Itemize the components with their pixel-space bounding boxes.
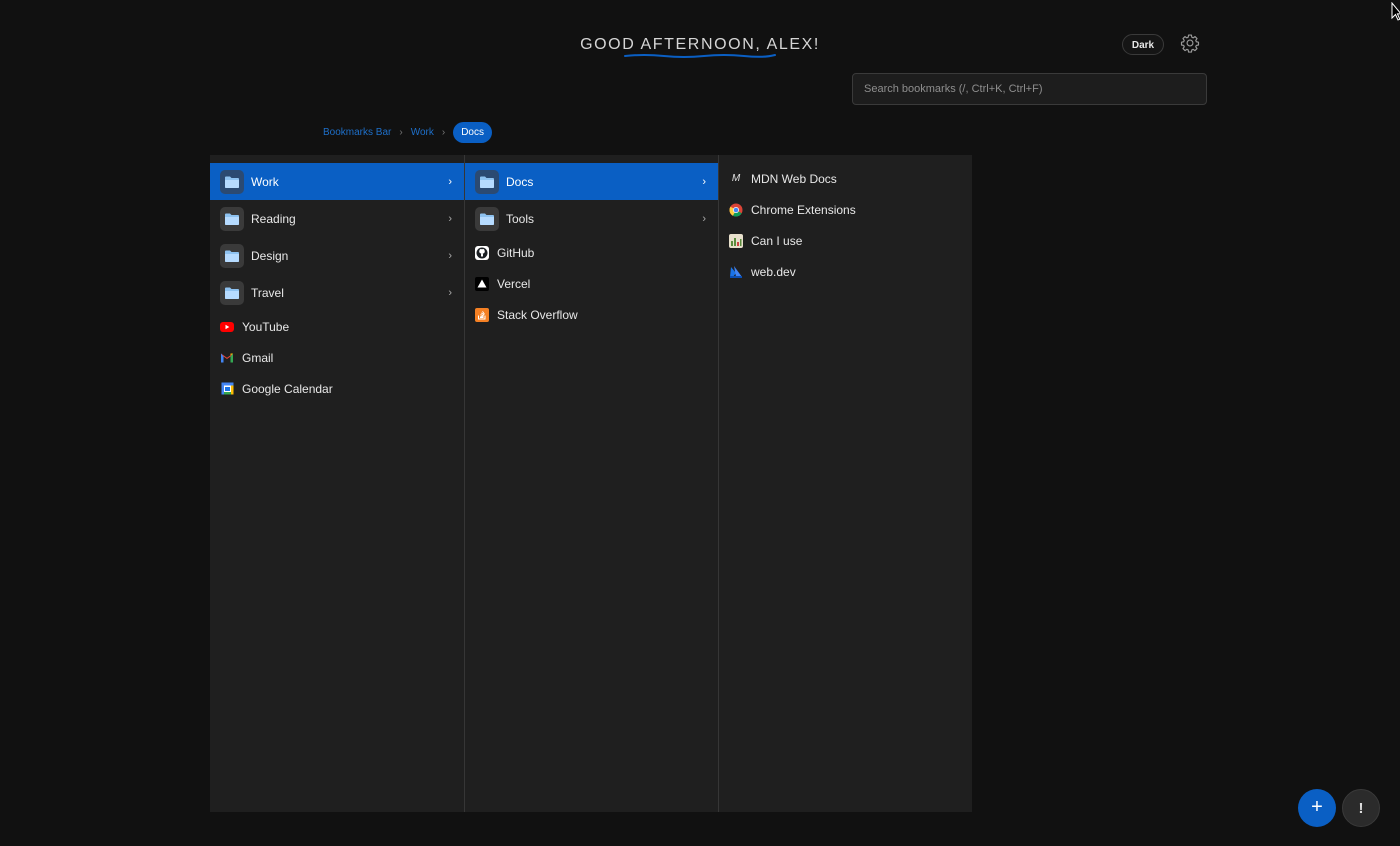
vercel-icon — [475, 276, 489, 291]
chevron-right-icon: › — [702, 175, 706, 188]
bookmark-row-gmail[interactable]: Gmail — [210, 342, 464, 373]
bookmark-label: Vercel — [497, 276, 531, 291]
chevron-right-icon: › — [702, 212, 706, 225]
greeting-underline — [624, 54, 776, 58]
breadcrumb-separator-icon: › — [441, 126, 446, 138]
search-input[interactable] — [852, 73, 1207, 105]
gear-icon[interactable] — [1180, 33, 1200, 53]
column-docs: M MDN Web Docs Chrome Extensions Can I u… — [718, 155, 972, 812]
folder-icon — [220, 280, 244, 305]
folder-row-design[interactable]: Design › — [210, 237, 464, 274]
bookmark-label: YouTube — [242, 319, 290, 334]
bookmark-row-google-calendar[interactable]: Google Calendar — [210, 373, 464, 404]
info-button[interactable]: ! — [1342, 789, 1380, 827]
folder-label: Tools — [506, 211, 535, 226]
folder-row-tools[interactable]: Tools › — [465, 200, 718, 237]
bookmark-label: GitHub — [497, 245, 535, 260]
column-bookmarks-bar: Work › Reading › Design › Travel › YouTu… — [210, 155, 464, 812]
bookmark-row-mdn-web-docs[interactable]: M MDN Web Docs — [719, 163, 972, 194]
breadcrumb-current-docs[interactable]: Docs — [453, 121, 492, 143]
chevron-right-icon: › — [448, 175, 452, 188]
chevron-right-icon: › — [448, 249, 452, 262]
folder-icon — [475, 206, 499, 231]
stackoverflow-icon — [475, 307, 489, 322]
folder-icon — [220, 169, 244, 194]
theme-toggle-button[interactable]: Dark — [1122, 34, 1164, 55]
bookmark-row-chrome-extensions[interactable]: Chrome Extensions — [719, 194, 972, 225]
bookmark-row-github[interactable]: GitHub — [465, 237, 718, 268]
mouse-cursor-icon — [1391, 2, 1400, 21]
folder-row-docs[interactable]: Docs › — [465, 163, 718, 200]
bookmark-row-vercel[interactable]: Vercel — [465, 268, 718, 299]
calendar-icon — [220, 382, 234, 396]
caniuse-icon — [729, 233, 743, 248]
folder-label: Reading — [251, 211, 296, 226]
bookmark-label: Chrome Extensions — [751, 202, 856, 217]
breadcrumb-work[interactable]: Work — [411, 127, 434, 138]
folder-icon — [220, 206, 244, 231]
breadcrumb-bookmarks-bar[interactable]: Bookmarks Bar — [323, 127, 391, 138]
bookmark-label: Can I use — [751, 233, 803, 248]
folder-label: Work — [251, 174, 279, 189]
folder-row-reading[interactable]: Reading › — [210, 200, 464, 237]
folder-icon — [475, 169, 499, 194]
bookmark-row-youtube[interactable]: YouTube — [210, 311, 464, 342]
column-work: Docs › Tools › GitHub Vercel Stack Overf… — [464, 155, 718, 812]
bookmark-row-stack-overflow[interactable]: Stack Overflow — [465, 299, 718, 330]
chevron-right-icon: › — [448, 212, 452, 225]
chevron-right-icon: › — [448, 286, 452, 299]
folder-row-travel[interactable]: Travel › — [210, 274, 464, 311]
bookmark-label: web.dev — [751, 264, 796, 279]
breadcrumb-separator-icon: › — [399, 126, 403, 138]
mdn-icon: M — [731, 173, 741, 184]
bookmark-row-can-i-use[interactable]: Can I use — [719, 225, 972, 256]
folder-label: Docs — [506, 174, 534, 189]
bookmark-row-web-dev[interactable]: web.dev — [719, 256, 972, 287]
github-icon — [475, 245, 489, 260]
bookmark-label: MDN Web Docs — [751, 171, 837, 186]
breadcrumb: Bookmarks Bar › Work › Docs — [323, 121, 492, 143]
bookmark-label: Gmail — [242, 350, 274, 365]
folder-label: Travel — [251, 285, 284, 300]
youtube-icon — [220, 320, 234, 334]
bookmark-label: Stack Overflow — [497, 307, 578, 322]
gmail-icon — [220, 351, 234, 365]
bookmark-label: Google Calendar — [242, 381, 333, 396]
add-bookmark-button[interactable]: + — [1298, 789, 1336, 827]
folder-icon — [220, 243, 244, 268]
folder-label: Design — [251, 248, 289, 263]
column-browser: Work › Reading › Design › Travel › YouTu… — [210, 155, 972, 812]
folder-row-work[interactable]: Work › — [210, 163, 464, 200]
chrome-icon — [729, 203, 743, 217]
webdev-icon — [729, 265, 743, 279]
